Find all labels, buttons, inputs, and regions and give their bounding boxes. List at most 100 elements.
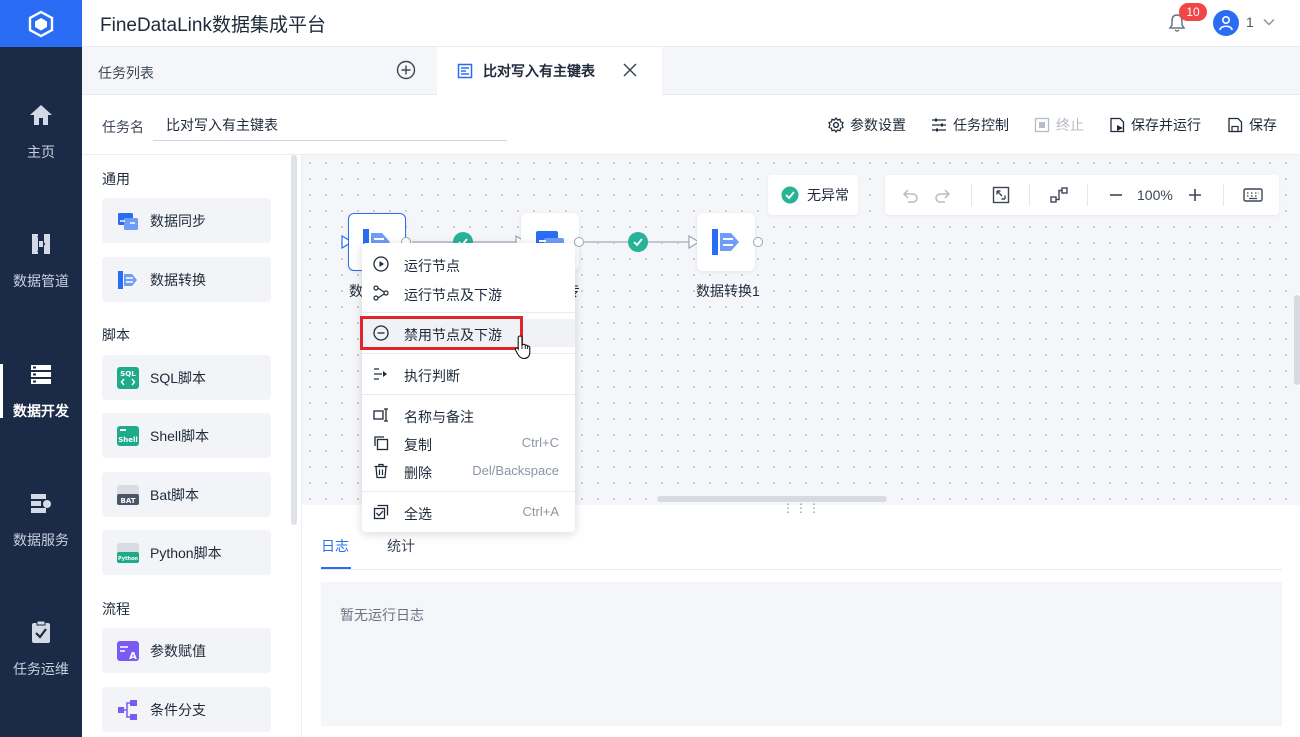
zoom-in-icon[interactable] xyxy=(1185,185,1205,205)
status-text: 无异常 xyxy=(807,187,849,203)
component-label: Shell脚本 xyxy=(150,427,210,444)
tabs-row: 任务列表 比对写入有主键表 xyxy=(82,47,1300,95)
task-name-input[interactable] xyxy=(153,109,507,141)
save-icon xyxy=(1228,117,1243,133)
copy-icon xyxy=(373,435,389,451)
svg-text:Python: Python xyxy=(118,556,138,562)
params-settings-button[interactable]: 参数设置 xyxy=(828,115,906,135)
keyboard-icon[interactable] xyxy=(1243,185,1263,205)
menu-divider xyxy=(362,312,575,313)
menu-shortcut: Ctrl+A xyxy=(522,504,559,519)
sql-icon: SQL xyxy=(116,366,140,390)
data-transform-icon xyxy=(116,268,140,292)
menu-shortcut: Del/Backspace xyxy=(472,463,559,478)
component-shell-script[interactable]: Shell Shell脚本 xyxy=(102,413,271,458)
menu-item-delete[interactable]: 删除 Del/Backspace xyxy=(362,457,575,485)
nav-item-service[interactable]: 数据服务 xyxy=(0,465,82,575)
stop-button[interactable]: 终止 xyxy=(1034,115,1084,135)
play-icon xyxy=(373,256,389,272)
component-label: 条件分支 xyxy=(150,701,206,718)
tab-statistics[interactable]: 统计 xyxy=(387,536,415,556)
canvas-v-scrollbar[interactable] xyxy=(1294,295,1300,385)
undo-icon[interactable] xyxy=(900,185,920,205)
judge-icon xyxy=(373,366,389,382)
menu-item-select-all[interactable]: 全选 Ctrl+A xyxy=(362,498,575,526)
node-data-transform-1[interactable] xyxy=(697,213,755,271)
rename-icon xyxy=(373,407,389,423)
save-and-run-label: 保存并运行 xyxy=(1131,117,1201,133)
component-data-transform[interactable]: 数据转换 xyxy=(102,257,271,302)
component-data-sync[interactable]: 数据同步 xyxy=(102,198,271,243)
menu-divider xyxy=(362,394,575,395)
hand-cursor-icon xyxy=(514,335,531,360)
logo-icon xyxy=(28,10,54,37)
svg-text:SQL: SQL xyxy=(120,370,136,378)
component-panel: 通用 数据同步 数据转换 脚本 SQL SQL脚本 Shell Shell脚本 … xyxy=(82,155,302,737)
toolbar-divider xyxy=(1087,184,1088,206)
status-indicator: 无异常 xyxy=(768,175,858,215)
nav-label: 数据开发 xyxy=(13,403,69,419)
component-bat-script[interactable]: BAT Bat脚本 xyxy=(102,472,271,517)
menu-label: 复制 xyxy=(404,437,432,453)
menu-label: 全选 xyxy=(404,506,432,522)
user-name[interactable]: 1 xyxy=(1246,14,1254,30)
app-title: FineDataLink数据集成平台 xyxy=(100,15,326,36)
redo-icon[interactable] xyxy=(933,185,953,205)
user-icon xyxy=(1219,15,1233,31)
auto-layout-icon[interactable] xyxy=(1049,185,1069,205)
component-label: 数据同步 xyxy=(150,212,206,229)
component-param-assign[interactable]: A 参数赋值 xyxy=(102,628,271,673)
menu-item-run-downstream[interactable]: 运行节点及下游 xyxy=(362,279,575,307)
tab-task-list[interactable]: 任务列表 xyxy=(98,63,154,83)
chevron-down-icon[interactable] xyxy=(1262,15,1276,29)
params-settings-label: 参数设置 xyxy=(850,117,906,133)
fit-view-icon[interactable] xyxy=(991,185,1011,205)
save-button[interactable]: 保存 xyxy=(1227,115,1277,135)
branch-icon xyxy=(116,698,140,722)
data-sync-icon xyxy=(116,209,140,233)
zoom-level: 100% xyxy=(1137,187,1173,203)
nav-label: 数据服务 xyxy=(13,532,69,548)
menu-shortcut: Ctrl+C xyxy=(521,435,559,450)
close-icon[interactable] xyxy=(622,62,638,78)
save-and-run-button[interactable]: 保存并运行 xyxy=(1109,115,1201,135)
add-tab-icon[interactable] xyxy=(396,60,416,80)
branch-icon xyxy=(373,285,389,301)
divider xyxy=(321,569,1282,570)
canvas-h-scrollbar[interactable] xyxy=(657,496,887,502)
component-python-script[interactable]: Python Python脚本 xyxy=(102,530,271,575)
avatar[interactable] xyxy=(1213,10,1239,36)
section-title-flow: 流程 xyxy=(102,601,130,617)
nav-item-home[interactable]: 主页 xyxy=(0,77,82,187)
component-condition-branch[interactable]: 条件分支 xyxy=(102,687,271,732)
tab-active-task[interactable]: 比对写入有主键表 xyxy=(437,47,662,95)
app-logo[interactable] xyxy=(0,0,82,47)
output-port[interactable] xyxy=(753,237,763,247)
menu-item-copy[interactable]: 复制 Ctrl+C xyxy=(362,429,575,457)
panel-scrollbar[interactable] xyxy=(291,155,297,525)
nav-item-ops[interactable]: 任务运维 xyxy=(0,594,82,704)
tab-log[interactable]: 日志 xyxy=(321,536,349,556)
menu-item-rename[interactable]: 名称与备注 xyxy=(362,401,575,429)
zoom-out-icon[interactable] xyxy=(1106,185,1126,205)
nav-item-pipeline[interactable]: 数据管道 xyxy=(0,206,82,316)
toolbar-divider xyxy=(1223,184,1224,206)
resize-handle[interactable]: ⋮⋮⋮ xyxy=(782,501,821,515)
left-navigation: 主页 数据管道 数据开发 数据服务 任务运维 xyxy=(0,0,82,737)
python-icon: Python xyxy=(116,541,140,565)
nav-label: 主页 xyxy=(27,144,55,160)
nav-item-dev[interactable]: 数据开发 xyxy=(0,336,82,446)
node-label: 数据转换1 xyxy=(696,283,760,299)
menu-item-run-node[interactable]: 运行节点 xyxy=(362,250,575,278)
task-control-label: 任务控制 xyxy=(953,117,1009,133)
output-port[interactable] xyxy=(574,237,584,247)
component-sql-script[interactable]: SQL SQL脚本 xyxy=(102,355,271,400)
param-assign-icon: A xyxy=(116,639,140,663)
task-control-button[interactable]: 任务控制 xyxy=(931,115,1009,135)
save-label: 保存 xyxy=(1249,117,1277,133)
menu-item-condition[interactable]: 执行判断 xyxy=(362,360,575,388)
component-label: 数据转换 xyxy=(150,271,206,288)
task-name-label: 任务名 xyxy=(102,119,144,135)
log-panel: ⋮⋮⋮ 日志 统计 暂无运行日志 xyxy=(302,501,1300,737)
menu-divider xyxy=(362,491,575,492)
